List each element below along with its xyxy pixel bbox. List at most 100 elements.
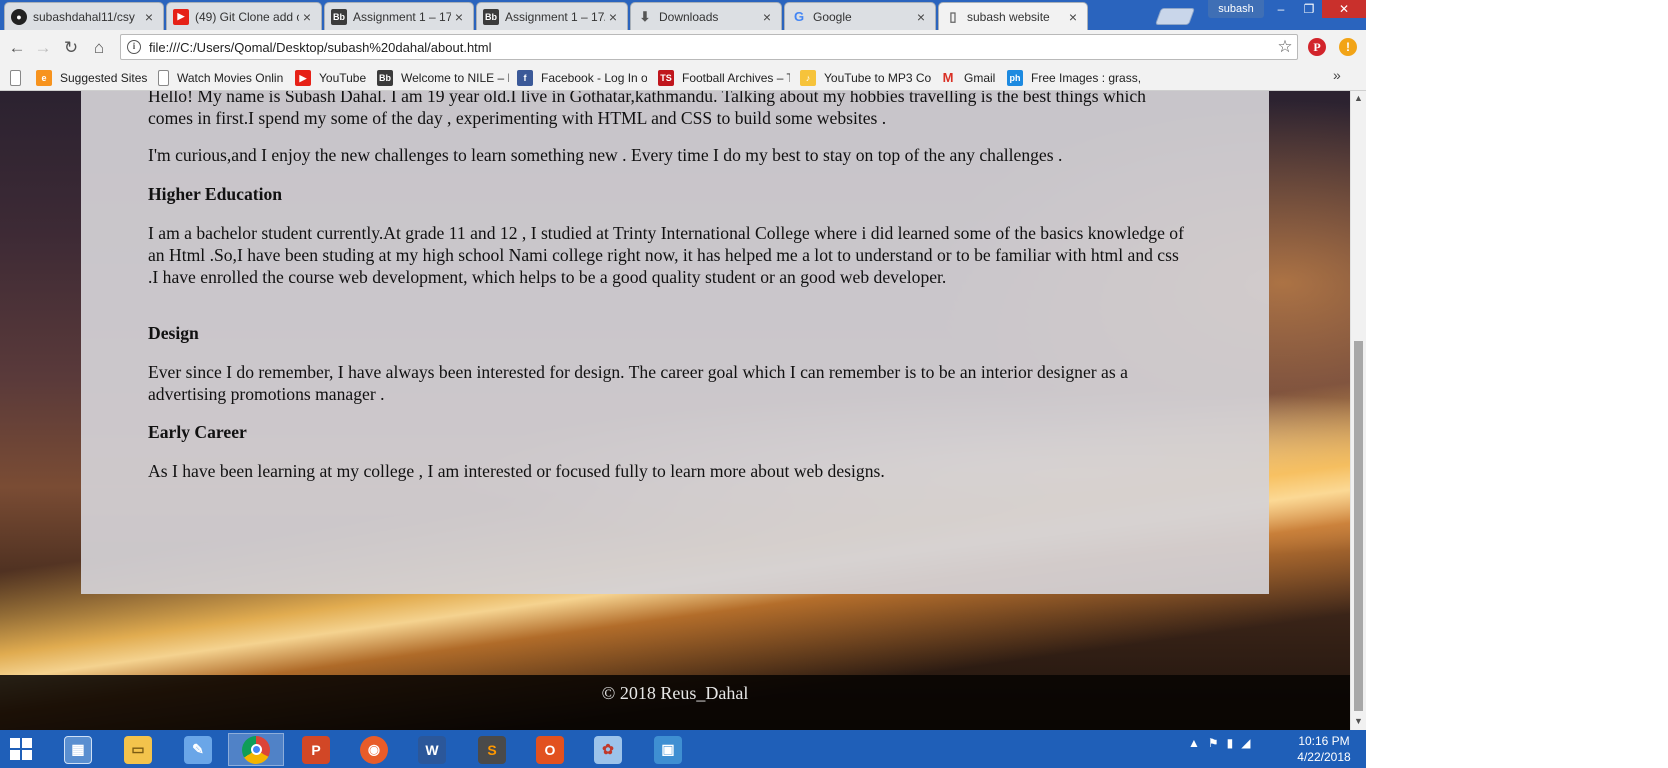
about-content-panel: Hello! My name is Subash Dahal. I am 19 … <box>81 91 1269 594</box>
tab-subash-website[interactable]: ▯ subash website × <box>938 2 1088 30</box>
bookmark-label: Free Images : grass, l <box>1031 70 1141 85</box>
office-app-icon[interactable]: O <box>522 733 578 766</box>
curious-paragraph: I'm curious,and I enjoy the new challeng… <box>148 145 1063 165</box>
bookmark-label: Watch Movies Onlin <box>177 70 284 85</box>
close-icon[interactable]: × <box>299 9 315 25</box>
bookmark-football-archives[interactable]: TS Football Archives – T <box>658 69 790 86</box>
tab-downloads[interactable]: ⬇ Downloads × <box>630 2 782 30</box>
camera-app-icon[interactable]: ◉ <box>346 733 402 766</box>
close-icon[interactable]: × <box>913 9 929 25</box>
tab-youtube[interactable]: ▶ (49) Git Clone add c × <box>166 2 322 30</box>
close-icon[interactable]: × <box>141 9 157 25</box>
windows-taskbar: ▦ ▭ ✎ P ◉ W S O ✿ ▣ ▲ ⚑ ▮ ◢ 10:16 PM 4/2… <box>0 730 1366 768</box>
windows-start-icon[interactable] <box>10 738 32 760</box>
tab-title: Assignment 1 – 17/ <box>353 9 451 24</box>
star-icon[interactable]: ☆ <box>1273 37 1297 57</box>
intro-paragraph: Hello! My name is Subash Dahal. I am 19 … <box>148 91 1146 128</box>
scroll-down-icon[interactable]: ▼ <box>1351 716 1366 728</box>
tab-title: subashdahal11/csy <box>33 9 135 24</box>
youtube-icon: ▶ <box>295 69 311 86</box>
converter-icon: ♪ <box>800 69 816 86</box>
tab-assignment-1[interactable]: Bb Assignment 1 – 17/ × <box>324 2 474 30</box>
google-icon: G <box>793 9 805 24</box>
forward-icon[interactable]: → <box>32 37 54 59</box>
heading-design: Design <box>148 323 199 343</box>
bookmark-watch-movies[interactable]: Watch Movies Onlin <box>158 69 293 86</box>
bookmark-free-images[interactable]: ph Free Images : grass, l <box>1007 69 1141 86</box>
bookmark-facebook[interactable]: f Facebook - Log In o <box>517 69 647 86</box>
back-icon[interactable]: ← <box>6 37 28 59</box>
tab-title: Assignment 1 – 17/ <box>505 9 605 24</box>
flag-icon[interactable]: ⚑ <box>1208 736 1219 750</box>
tab-github[interactable]: ● subashdahal11/csy × <box>4 2 164 30</box>
url-text[interactable]: file:///C:/Users/Qomal/Desktop/subash%20… <box>149 40 1273 55</box>
bookmark-suggested-sites[interactable]: e Suggested Sites <box>36 69 154 86</box>
wifi-icon[interactable]: ◢ <box>1241 736 1250 750</box>
powerpoint-icon[interactable]: P <box>288 733 344 766</box>
bookmark-youtube-mp3[interactable]: ♪ YouTube to MP3 Co <box>800 69 932 86</box>
minimize-icon[interactable]: – <box>1268 0 1294 18</box>
close-icon[interactable]: × <box>759 9 775 25</box>
new-tab-button[interactable] <box>1154 8 1196 25</box>
chrome-icon[interactable] <box>228 733 284 766</box>
home-icon[interactable]: ⌂ <box>88 37 110 59</box>
ts-icon: TS <box>658 69 674 86</box>
show-hidden-icons-icon[interactable]: ▲ <box>1188 736 1200 750</box>
bookmark-label: Suggested Sites <box>60 70 148 85</box>
close-icon[interactable]: × <box>605 9 621 25</box>
task-view-icon[interactable]: ▦ <box>50 733 106 766</box>
tab-title: subash website <box>967 9 1050 24</box>
sublime-text-icon[interactable]: S <box>464 733 520 766</box>
window-close-icon[interactable]: ✕ <box>1322 0 1366 18</box>
battery-icon[interactable]: ▮ <box>1227 736 1234 750</box>
tab-assignment-2[interactable]: Bb Assignment 1 – 17/ × <box>476 2 628 30</box>
bookmark-apps[interactable] <box>10 69 29 86</box>
page-icon: ▯ <box>949 8 957 24</box>
word-icon[interactable]: W <box>404 733 460 766</box>
tab-google[interactable]: G Google × <box>784 2 936 30</box>
close-icon[interactable]: × <box>451 9 467 25</box>
copyright-text: © 2018 Reus_Dahal <box>601 683 749 703</box>
scroll-up-icon[interactable]: ▲ <box>1351 93 1366 105</box>
clock-time: 10:16 PM <box>1298 734 1350 748</box>
bookmark-label: Welcome to NILE – F <box>401 70 509 85</box>
design-paragraph: Ever since I do remember, I have always … <box>148 362 1128 404</box>
bookmark-nile[interactable]: Bb Welcome to NILE – F <box>377 69 509 86</box>
page-viewport: Hello! My name is Subash Dahal. I am 19 … <box>0 91 1350 730</box>
download-icon: ⬇ <box>639 8 651 24</box>
close-icon[interactable]: × <box>1065 9 1081 25</box>
bookmark-label: YouTube <box>319 70 367 85</box>
browser-toolbar: ← → ↻ ⌂ i file:///C:/Users/Qomal/Desktop… <box>0 30 1366 64</box>
bookmarks-bar: e Suggested Sites Watch Movies Onlin ▶ Y… <box>0 64 1366 91</box>
profile-button[interactable]: subash <box>1208 0 1264 18</box>
clock[interactable]: 10:16 PM 4/22/2018 <box>1288 733 1360 765</box>
reload-icon[interactable]: ↻ <box>60 37 82 59</box>
ph-icon: ph <box>1007 69 1023 86</box>
education-paragraph: I am a bachelor student currently.At gra… <box>148 223 1184 287</box>
system-tray: ▲ ⚑ ▮ ◢ <box>1188 736 1251 750</box>
info-icon[interactable]: i <box>127 40 141 54</box>
bookmark-youtube[interactable]: ▶ YouTube <box>295 69 375 86</box>
bookmark-gmail[interactable]: M Gmail <box>940 69 1002 86</box>
bookmarks-overflow-icon[interactable]: » <box>1333 67 1341 83</box>
page-icon <box>10 69 21 86</box>
pinterest-icon[interactable]: P <box>1308 38 1326 56</box>
extension-icon[interactable]: ! <box>1339 38 1357 56</box>
file-explorer-icon[interactable]: ▭ <box>110 733 166 766</box>
blackboard-icon: Bb <box>377 69 393 86</box>
career-paragraph: As I have been learning at my college , … <box>148 461 885 481</box>
restore-icon[interactable]: ❐ <box>1296 0 1322 18</box>
notepad-icon[interactable]: ✎ <box>170 733 226 766</box>
address-bar[interactable]: i file:///C:/Users/Qomal/Desktop/subash%… <box>120 34 1298 60</box>
heading-early-career: Early Career <box>148 422 247 442</box>
vertical-scrollbar[interactable]: ▲ ▼ <box>1350 91 1366 730</box>
bookmark-label: Facebook - Log In o <box>541 70 647 85</box>
photos-icon[interactable]: ▣ <box>640 733 696 766</box>
paint-icon[interactable]: ✿ <box>580 733 636 766</box>
blackboard-icon: Bb <box>483 8 499 25</box>
clock-date: 4/22/2018 <box>1297 750 1351 764</box>
scrollbar-thumb[interactable] <box>1354 341 1363 711</box>
facebook-icon: f <box>517 69 533 86</box>
tab-title: (49) Git Clone add c <box>195 9 299 24</box>
page-icon <box>158 69 169 86</box>
